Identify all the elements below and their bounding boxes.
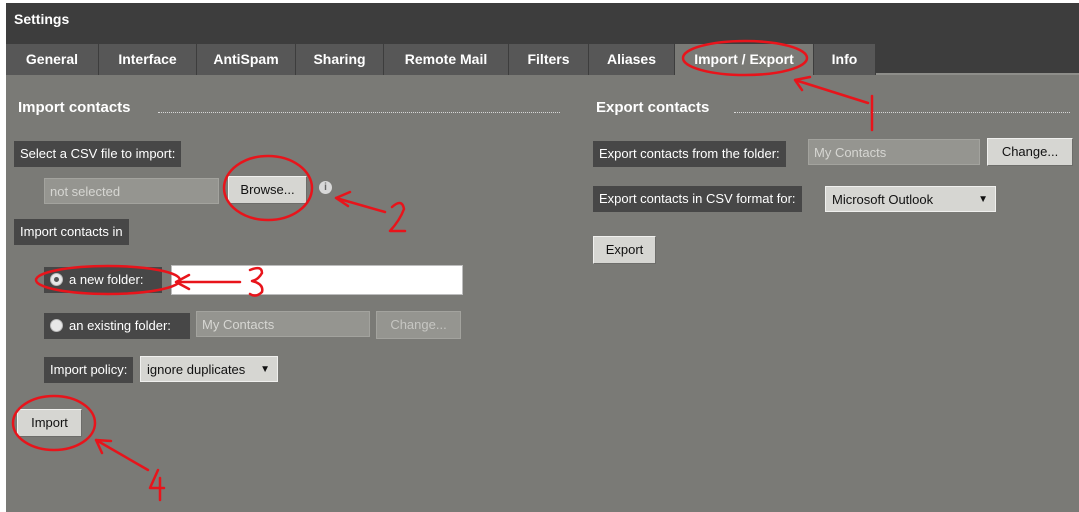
file-path-field[interactable]: not selected (44, 178, 219, 204)
import-policy-label: Import policy: (44, 357, 134, 383)
export-format-label: Export contacts in CSV format for: (593, 186, 802, 212)
browse-button[interactable]: Browse... (228, 176, 307, 204)
export-folder-field[interactable]: My Contacts (808, 139, 980, 165)
import-section-title: Import contacts (18, 99, 131, 116)
tab-filters[interactable]: Filters (509, 44, 589, 75)
export-button[interactable]: Export (593, 236, 656, 264)
export-change-folder-button[interactable]: Change... (987, 138, 1073, 166)
tab-remote-mail[interactable]: Remote Mail (384, 44, 509, 75)
new-folder-name-field[interactable] (171, 265, 463, 295)
tab-general[interactable]: General (6, 44, 99, 75)
export-section-rule (734, 112, 1070, 113)
tab-bar: General Interface AntiSpam Sharing Remot… (6, 35, 1079, 75)
chevron-down-icon: ▼ (978, 194, 988, 205)
tab-aliases[interactable]: Aliases (589, 44, 675, 75)
chevron-down-icon: ▼ (260, 364, 270, 375)
settings-window: Settings General Interface AntiSpam Shar… (6, 3, 1079, 512)
existing-folder-label: an existing folder: (69, 318, 171, 333)
import-in-label: Import contacts in (14, 219, 129, 245)
window-title: Settings (6, 3, 1079, 35)
tab-info[interactable]: Info (814, 44, 876, 75)
info-icon[interactable]: i (319, 181, 332, 194)
export-format-value: Microsoft Outlook (832, 192, 934, 207)
new-folder-option[interactable]: a new folder: (44, 267, 162, 293)
existing-folder-field[interactable]: My Contacts (196, 311, 370, 337)
import-section-rule (158, 112, 560, 113)
import-change-folder-button[interactable]: Change... (376, 311, 461, 339)
tab-sharing[interactable]: Sharing (296, 44, 384, 75)
import-button[interactable]: Import (17, 409, 82, 437)
select-file-label: Select a CSV file to import: (14, 141, 182, 167)
tab-antispam[interactable]: AntiSpam (197, 44, 296, 75)
import-policy-value: ignore duplicates (147, 362, 246, 377)
import-policy-select[interactable]: ignore duplicates ▼ (140, 356, 278, 382)
new-folder-radio[interactable] (50, 273, 63, 287)
existing-folder-option[interactable]: an existing folder: (44, 313, 190, 339)
export-section-title: Export contacts (596, 99, 710, 116)
existing-folder-radio[interactable] (50, 319, 63, 333)
export-format-select[interactable]: Microsoft Outlook ▼ (825, 186, 996, 212)
tab-import-export[interactable]: Import / Export (675, 44, 814, 75)
new-folder-label: a new folder: (69, 272, 144, 287)
tab-interface[interactable]: Interface (99, 44, 197, 75)
export-from-folder-label: Export contacts from the folder: (593, 141, 786, 167)
